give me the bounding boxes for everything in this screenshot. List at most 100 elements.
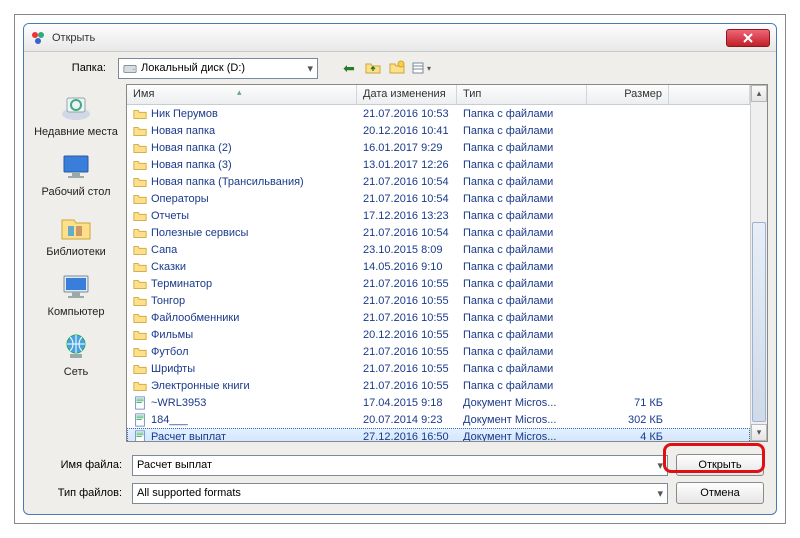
file-name: Полезные сервисы bbox=[151, 227, 248, 239]
cell-size: 302 КБ bbox=[587, 414, 669, 426]
cell-date: 13.01.2017 12:26 bbox=[357, 159, 457, 171]
chevron-down-icon: ▾ bbox=[657, 459, 663, 472]
list-item[interactable]: Новая папка (Трансильвания)21.07.2016 10… bbox=[127, 173, 750, 190]
up-one-level-button[interactable] bbox=[362, 57, 384, 79]
cell-type: Папка с файлами bbox=[457, 142, 587, 154]
cell-name: Шрифты bbox=[127, 362, 357, 376]
list-item[interactable]: Ник Перумов21.07.2016 10:53Папка с файла… bbox=[127, 105, 750, 122]
cell-name: Файлообменники bbox=[127, 311, 357, 325]
filetype-dropdown[interactable]: All supported formats ▾ bbox=[132, 483, 668, 504]
cell-type: Папка с файлами bbox=[457, 278, 587, 290]
folder-dropdown[interactable]: Локальный диск (D:) ▾ bbox=[118, 58, 318, 79]
list-item[interactable]: Футбол21.07.2016 10:55Папка с файлами bbox=[127, 343, 750, 360]
place-network[interactable]: Сеть bbox=[34, 326, 118, 384]
cell-date: 21.07.2016 10:54 bbox=[357, 176, 457, 188]
file-name: Терминатор bbox=[151, 278, 212, 290]
file-name: Тонгор bbox=[151, 295, 185, 307]
cancel-button[interactable]: Отмена bbox=[676, 482, 764, 504]
document-icon bbox=[133, 430, 147, 442]
folder-icon bbox=[133, 260, 147, 274]
list-item[interactable]: Отчеты17.12.2016 13:23Папка с файлами bbox=[127, 207, 750, 224]
vertical-scrollbar[interactable]: ▴ ▾ bbox=[750, 85, 767, 441]
filename-input[interactable]: Расчет выплат ▾ bbox=[132, 455, 668, 476]
open-button[interactable]: Открыть bbox=[676, 454, 764, 476]
column-name[interactable]: Имя bbox=[127, 85, 357, 104]
cell-date: 21.07.2016 10:55 bbox=[357, 312, 457, 324]
list-item[interactable]: Новая папка20.12.2016 10:41Папка с файла… bbox=[127, 122, 750, 139]
back-button[interactable]: ⬅ bbox=[338, 57, 360, 79]
scroll-thumb[interactable] bbox=[752, 222, 766, 422]
place-desktop[interactable]: Рабочий стол bbox=[34, 146, 118, 204]
cell-type: Папка с файлами bbox=[457, 346, 587, 358]
list-item[interactable]: Сапа23.10.2015 8:09Папка с файлами bbox=[127, 241, 750, 258]
file-name: Новая папка bbox=[151, 125, 215, 137]
filename-value: Расчет выплат bbox=[137, 459, 212, 471]
chevron-down-icon: ▾ bbox=[657, 487, 663, 500]
view-icon bbox=[411, 60, 427, 76]
list-item[interactable]: Тонгор21.07.2016 10:55Папка с файлами bbox=[127, 292, 750, 309]
place-computer[interactable]: Компьютер bbox=[34, 266, 118, 324]
file-name: Новая папка (3) bbox=[151, 159, 232, 171]
column-size[interactable]: Размер bbox=[587, 85, 669, 104]
cell-date: 20.12.2016 10:41 bbox=[357, 125, 457, 137]
cell-name: Футбол bbox=[127, 345, 357, 359]
list-item[interactable]: Новая папка (3) 13.01.2017 12:26Папка с ф… bbox=[127, 156, 750, 173]
cell-name: Тонгор bbox=[127, 294, 357, 308]
place-libraries[interactable]: Библиотеки bbox=[34, 206, 118, 264]
cell-type: Папка с файлами bbox=[457, 363, 587, 375]
cell-date: 21.07.2016 10:54 bbox=[357, 227, 457, 239]
list-item[interactable]: Сказки14.05.2016 9:10Папка с файлами bbox=[127, 258, 750, 275]
new-folder-icon bbox=[389, 60, 405, 76]
folder-icon bbox=[133, 294, 147, 308]
cell-date: 27.12.2016 16:50 bbox=[357, 431, 457, 442]
file-name: Файлообменники bbox=[151, 312, 239, 324]
list-item[interactable]: Расчет выплат27.12.2016 16:50Документ Mi… bbox=[127, 428, 750, 441]
view-menu-button[interactable]: ▾ bbox=[410, 57, 432, 79]
list-item[interactable]: Электронные книги21.07.2016 10:55Папка с… bbox=[127, 377, 750, 394]
folder-icon bbox=[133, 158, 147, 172]
scroll-track[interactable] bbox=[751, 102, 767, 424]
filename-label: Имя файла: bbox=[36, 459, 124, 471]
list-item[interactable]: 184___20.07.2014 9:23Документ Micros...3… bbox=[127, 411, 750, 428]
filename-row: Имя файла: Расчет выплат ▾ Открыть bbox=[36, 454, 764, 476]
libraries-icon bbox=[58, 210, 94, 244]
column-date[interactable]: Дата изменения bbox=[357, 85, 457, 104]
cell-type: Папка с файлами bbox=[457, 193, 587, 205]
list-item[interactable]: ~WRL395317.04.2015 9:18Документ Micros..… bbox=[127, 394, 750, 411]
new-folder-button[interactable] bbox=[386, 57, 408, 79]
cell-name: 184___ bbox=[127, 413, 357, 427]
cell-type: Папка с файлами bbox=[457, 261, 587, 273]
list-item[interactable]: Терминатор21.07.2016 10:55Папка с файлам… bbox=[127, 275, 750, 292]
cell-type: Папка с файлами bbox=[457, 159, 587, 171]
cell-date: 20.12.2016 10:55 bbox=[357, 329, 457, 341]
cell-type: Папка с файлами bbox=[457, 329, 587, 341]
cell-date: 21.07.2016 10:55 bbox=[357, 346, 457, 358]
scroll-up-button[interactable]: ▴ bbox=[751, 85, 767, 102]
place-recent[interactable]: Недавние места bbox=[34, 86, 118, 144]
cell-name: Ник Перумов bbox=[127, 107, 357, 121]
file-rows: Ник Перумов21.07.2016 10:53Папка с файла… bbox=[127, 105, 750, 441]
list-item[interactable]: Полезные сервисы21.07.2016 10:54Папка с … bbox=[127, 224, 750, 241]
screenshot-frame: Открыть Папка: Локальный диск (D:) ▾ ⬅ ▾ bbox=[14, 14, 786, 524]
column-spacer[interactable] bbox=[669, 85, 750, 104]
file-name: Ник Перумов bbox=[151, 108, 218, 120]
cell-date: 21.07.2016 10:55 bbox=[357, 380, 457, 392]
list-item[interactable]: Операторы21.07.2016 10:54Папка с файлами bbox=[127, 190, 750, 207]
folder-up-icon bbox=[365, 60, 381, 76]
list-item[interactable]: Шрифты21.07.2016 10:55Папка с файлами bbox=[127, 360, 750, 377]
network-icon bbox=[58, 330, 94, 364]
list-item[interactable]: Фильмы20.12.2016 10:55Папка с файлами bbox=[127, 326, 750, 343]
folder-toolbar: Папка: Локальный диск (D:) ▾ ⬅ ▾ bbox=[24, 52, 776, 84]
file-name: Сапа bbox=[151, 244, 177, 256]
file-list: Имя Дата изменения Тип Размер Ник Перумо… bbox=[127, 85, 750, 441]
place-label: Сеть bbox=[64, 366, 88, 378]
place-label: Компьютер bbox=[48, 306, 105, 318]
cell-name: Терминатор bbox=[127, 277, 357, 291]
cell-type: Папка с файлами bbox=[457, 210, 587, 222]
column-type[interactable]: Тип bbox=[457, 85, 587, 104]
list-item[interactable]: Файлообменники21.07.2016 10:55Папка с фа… bbox=[127, 309, 750, 326]
document-icon bbox=[133, 396, 147, 410]
close-button[interactable] bbox=[726, 29, 770, 47]
list-item[interactable]: Новая папка (2)16.01.2017 9:29Папка с фа… bbox=[127, 139, 750, 156]
scroll-down-button[interactable]: ▾ bbox=[751, 424, 767, 441]
